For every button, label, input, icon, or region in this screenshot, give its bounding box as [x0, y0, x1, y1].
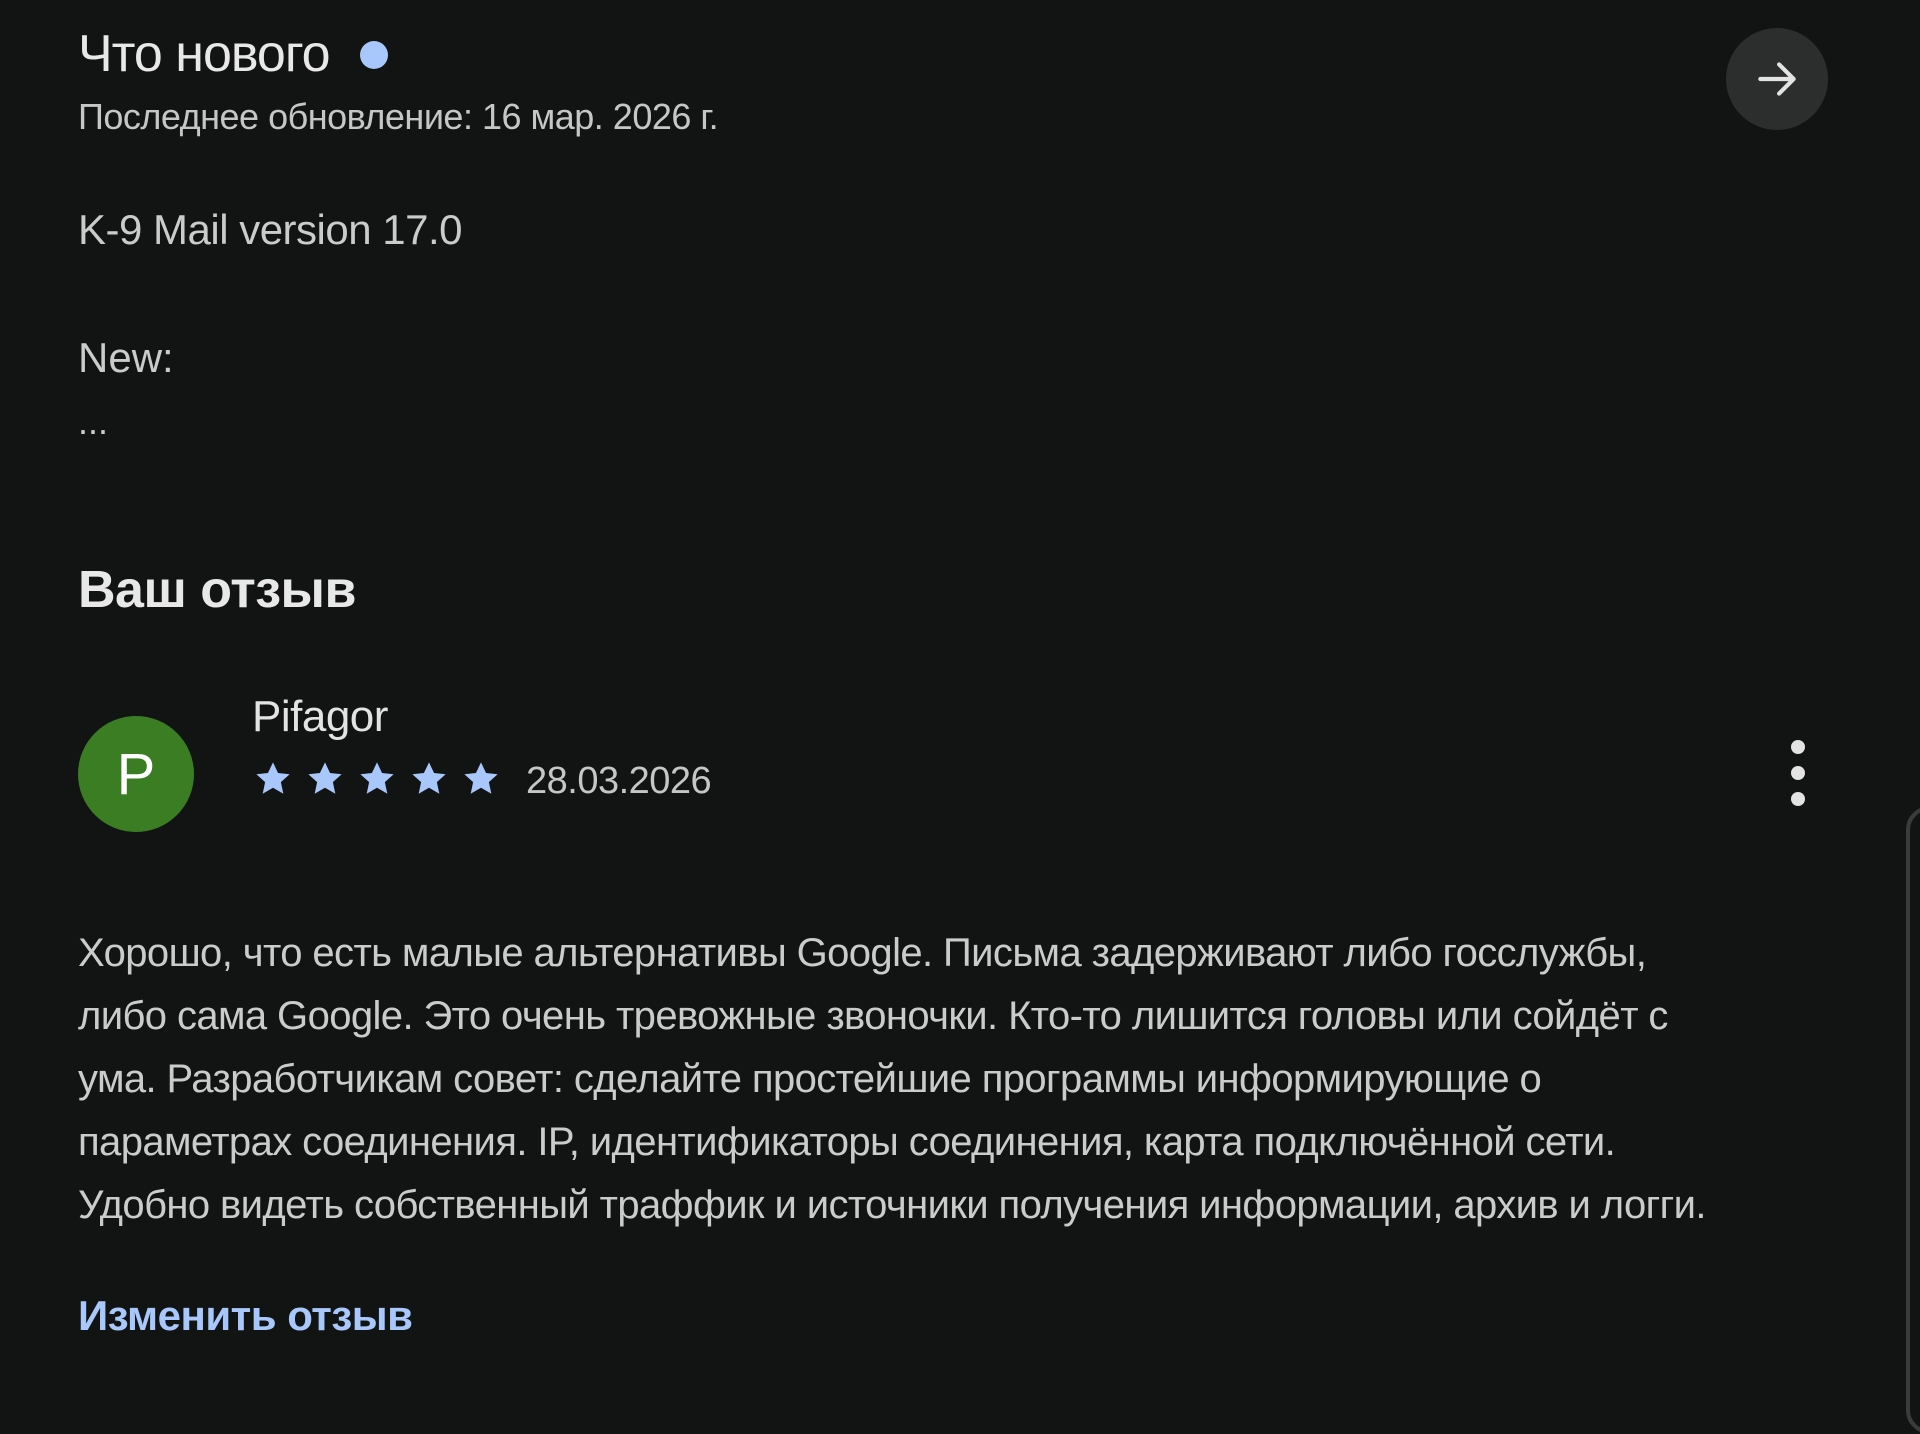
last-updated-text: Последнее обновление: 16 мар. 2026 г.	[78, 96, 719, 137]
review-text-line: ума. Разработчикам совет: сделайте прост…	[78, 1057, 1542, 1101]
your-review-heading: Ваш отзыв	[78, 561, 356, 619]
more-vert-icon	[1791, 792, 1805, 806]
more-vert-icon	[1791, 766, 1805, 780]
release-notes-version: K-9 Mail version 17.0	[78, 206, 463, 253]
review-date: 28.03.2026	[526, 760, 712, 802]
new-indicator-dot	[359, 41, 388, 69]
release-notes-new-label: New:	[78, 334, 174, 381]
more-vert-icon	[1791, 740, 1805, 754]
avatar: P	[78, 716, 194, 832]
reviewer-name: Pifagor	[252, 692, 388, 741]
review-text-line: либо сама Google. Это очень тревожные зв…	[78, 994, 1668, 1038]
open-whats-new-button[interactable]	[1726, 28, 1828, 130]
star-icon	[464, 762, 498, 794]
review-text-line: Хорошо, что есть малые альтернативы Goog…	[78, 931, 1647, 975]
star-icon	[412, 762, 446, 794]
star-icon	[256, 762, 290, 794]
whats-new-header: Что нового	[78, 22, 388, 86]
arrow-right-icon	[1758, 62, 1796, 96]
scroll-indicator[interactable]	[1906, 806, 1920, 1434]
whats-new-title: Что нового	[78, 25, 331, 83]
edit-review-link[interactable]: Изменить отзыв	[78, 1292, 413, 1340]
avatar-letter: P	[116, 741, 156, 807]
star-icon	[308, 762, 342, 794]
rating-stars	[252, 758, 502, 800]
star-icon	[360, 762, 394, 794]
release-notes-truncation: ...	[78, 401, 109, 442]
review-text-line: Удобно видеть собственный траффик и исто…	[78, 1183, 1706, 1227]
review-text: Хорошо, что есть малые альтернативы Goog…	[78, 922, 1858, 1237]
review-text-line: параметрах соединения. IP, идентификатор…	[78, 1120, 1616, 1164]
review-more-options-button[interactable]	[1776, 740, 1820, 806]
